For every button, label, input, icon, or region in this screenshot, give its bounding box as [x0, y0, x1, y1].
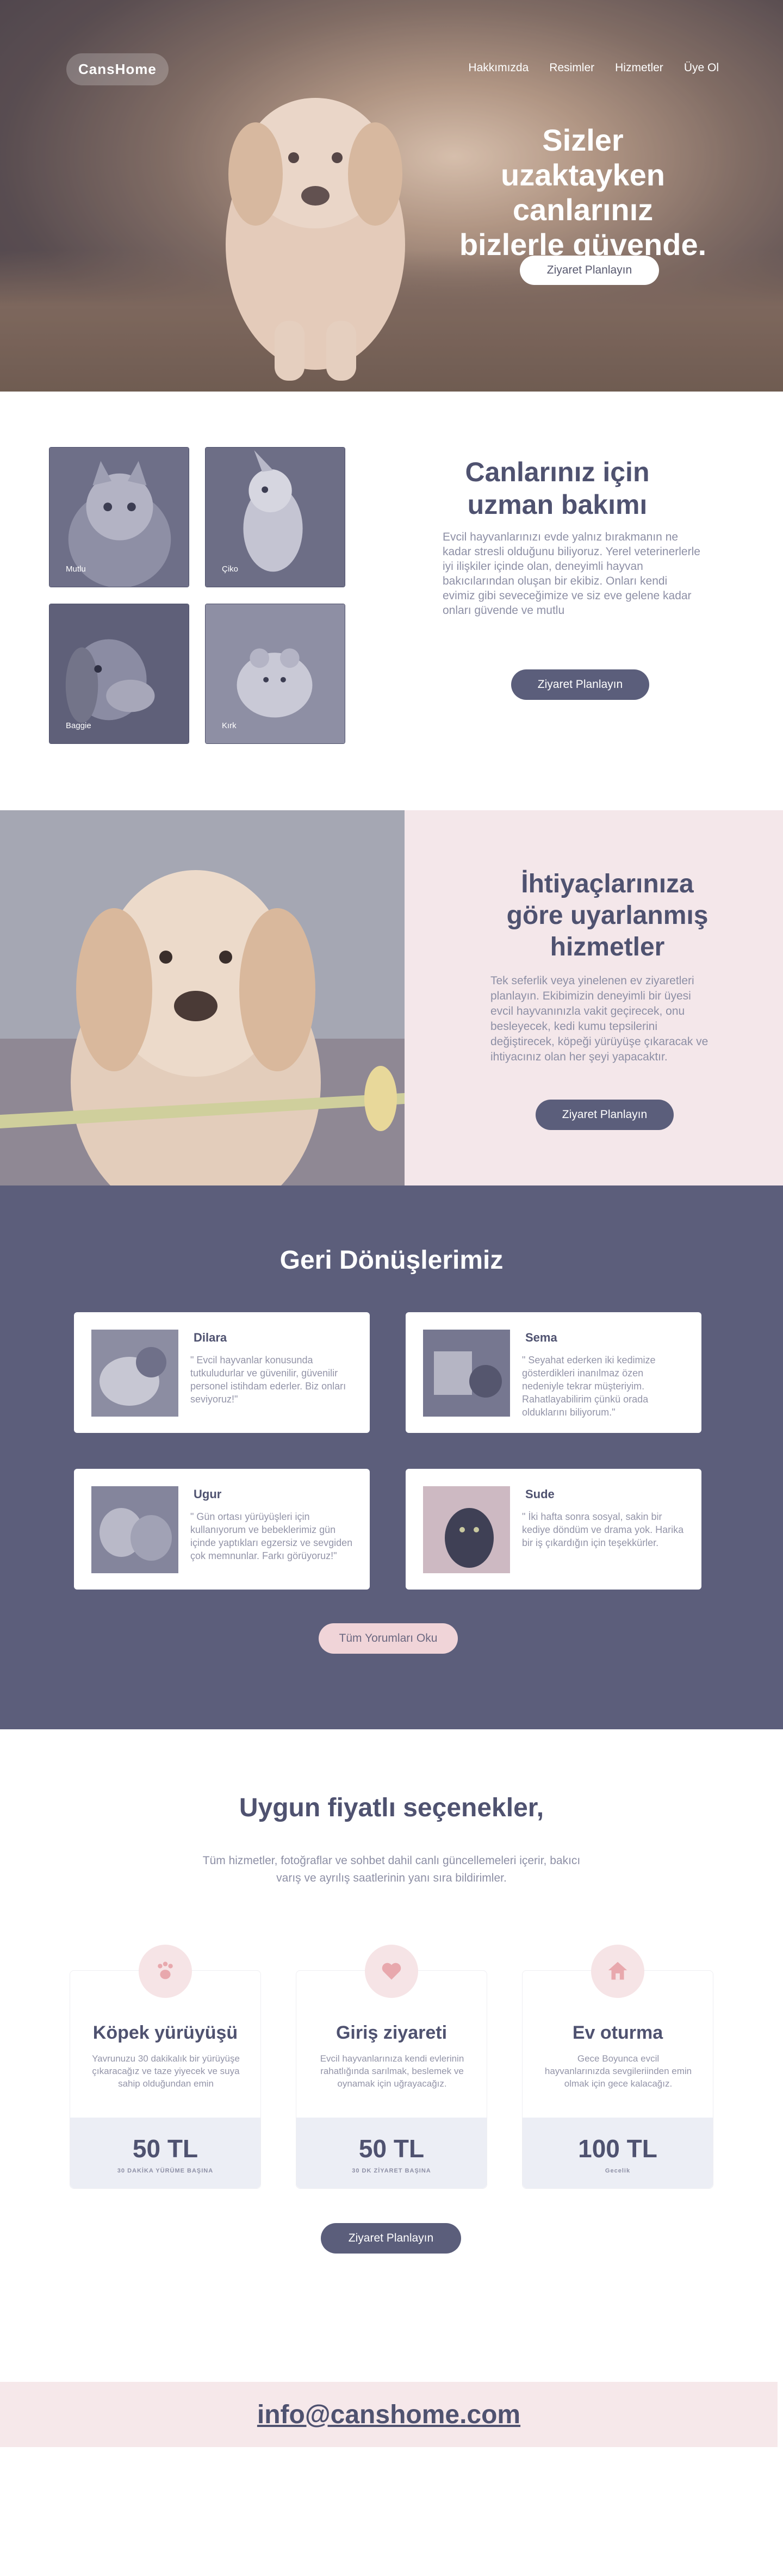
care-title: Canlarınız için uzman bakımı	[465, 457, 650, 520]
plan-price: 50 TL	[358, 2134, 425, 2163]
pricing-section: Uygun fiyatlı seçenekler, Tüm hizmetler,…	[0, 1729, 783, 2382]
services-title: İhtiyaçlarınıza göre uyarlanmış hizmetle…	[506, 870, 709, 961]
services-dog-photo	[0, 810, 405, 1185]
main-nav: Hakkımızda Resimler Hizmetler Üye Ol	[468, 61, 719, 75]
pet-card-dog: Baggie	[49, 604, 189, 744]
care-text: Evcil hayvanlarınızı evde yalnız bırakma…	[443, 531, 700, 617]
review-card: Sema " Seyahat ederken iki kedimize göst…	[406, 1312, 701, 1433]
reviews-title: Geri Dönüşlerimiz	[279, 1246, 504, 1275]
reviewer-name: Ugur	[194, 1487, 222, 1501]
pet-name-label: Çiko	[222, 564, 239, 574]
pet-card-hamster: Kırk	[205, 604, 345, 744]
hero-schedule-button[interactable]: Ziyaret Planlayın	[520, 256, 659, 285]
home-icon	[608, 1962, 627, 1980]
plan-description: Yavrunuzu 30 dakikalık bir yürüyüşe çıka…	[92, 2053, 240, 2089]
hero-headline: Sizler uzaktayken canlarınız bizlerle gü…	[459, 123, 707, 262]
footer: info@canshome.com	[0, 2382, 783, 2576]
reviewer-photo	[91, 1330, 178, 1417]
pet-card-bird: Çiko	[205, 447, 345, 587]
pricing-card-drop-in: Giriş ziyareti Evcil hayvanlarınıza kend…	[296, 1945, 487, 2189]
reviewer-name: Sude	[525, 1487, 555, 1501]
contact-email-link[interactable]: info@canshome.com	[257, 2400, 520, 2430]
reviewer-photo	[423, 1330, 510, 1417]
services-text: Tek seferlik veya yinelenen ev ziyaretle…	[490, 974, 709, 1063]
plan-description: Gece Boyunca evcil hayvanlarınızda sevgi…	[544, 2053, 692, 2089]
heart-hand-icon	[382, 1963, 401, 1980]
review-card: Ugur " Gün ortası yürüyüşleri için kulla…	[74, 1469, 370, 1590]
nav-link-services[interactable]: Hizmetler	[615, 61, 663, 75]
pet-card-cat: Mutlu	[49, 447, 189, 587]
nav-link-signup[interactable]: Üye Ol	[684, 61, 719, 75]
reviewer-name: Sema	[525, 1331, 557, 1344]
plan-price: 50 TL	[132, 2134, 198, 2163]
pricing-schedule-button[interactable]: Ziyaret Planlayın	[321, 2223, 461, 2254]
hero-section: CansHome Hakkımızda Resimler Hizmetler Ü…	[0, 0, 783, 392]
reviewer-photo	[91, 1486, 178, 1573]
pet-name-label: Baggie	[66, 721, 91, 730]
pet-name-label: Kırk	[222, 721, 237, 730]
pet-name-label: Mutlu	[66, 564, 86, 574]
nav-link-gallery[interactable]: Resimler	[549, 61, 594, 75]
golden-retriever-image	[0, 810, 405, 1185]
review-text: " Seyahat ederken iki kedimize gösterdik…	[522, 1355, 656, 1418]
expert-care-section: Mutlu Çiko Baggie Kırk Canlarınız için u…	[0, 392, 783, 810]
nav-link-about[interactable]: Hakkımızda	[468, 61, 529, 75]
services-schedule-button[interactable]: Ziyaret Planlayın	[536, 1100, 674, 1130]
plan-name: Giriş ziyareti	[335, 2022, 448, 2043]
reviewer-photo	[423, 1486, 510, 1573]
plan-description: Evcil hayvanlarınıza kendi evlerinin rah…	[320, 2053, 464, 2089]
read-all-reviews-button[interactable]: Tüm Yorumları Oku	[319, 1623, 458, 1654]
pricing-title: Uygun fiyatlı seçenekler,	[239, 1793, 544, 1822]
pricing-card-house-sitting: Ev oturma Gece Boyunca evcil hayvanların…	[522, 1945, 713, 2189]
plan-unit: 30 DK ZİYARET BAŞINA	[352, 2168, 431, 2174]
pricing-card-dog-walking: Köpek yürüyüşü Yavrunuzu 30 dakikalık bi…	[70, 1945, 261, 2189]
plan-price: 100 TL	[578, 2134, 657, 2163]
review-card: Sude " İki hafta sonra sosyal, sakin bir…	[406, 1469, 701, 1590]
plan-name: Ev oturma	[572, 2022, 663, 2043]
dog-icon	[158, 1962, 173, 1979]
review-card: Dilara " Evcil hayvanlar konusunda tutku…	[74, 1312, 370, 1433]
review-text: " Evcil hayvanlar konusunda tutkuludurla…	[190, 1355, 346, 1405]
plan-unit: Gecelik	[605, 2168, 631, 2174]
logo[interactable]: CansHome	[66, 53, 169, 85]
reviewer-name: Dilara	[194, 1331, 227, 1344]
review-text: " İki hafta sonra sosyal, sakin bir kedi…	[522, 1511, 684, 1548]
services-section: İhtiyaçlarınıza göre uyarlanmış hizmetle…	[0, 810, 783, 1185]
reviews-section: Geri Dönüşlerimiz Dilara " Evcil hayvanl…	[0, 1185, 783, 1729]
review-text: " Gün ortası yürüyüşleri için kullanıyor…	[190, 1511, 353, 1561]
plan-unit: 30 DAKİKA YÜRÜME BAŞINA	[117, 2168, 214, 2174]
pricing-subtitle: Tüm hizmetler, fotoğraflar ve sohbet dah…	[202, 1854, 581, 1884]
plan-name: Köpek yürüyüşü	[92, 2022, 238, 2043]
care-schedule-button[interactable]: Ziyaret Planlayın	[511, 669, 649, 700]
